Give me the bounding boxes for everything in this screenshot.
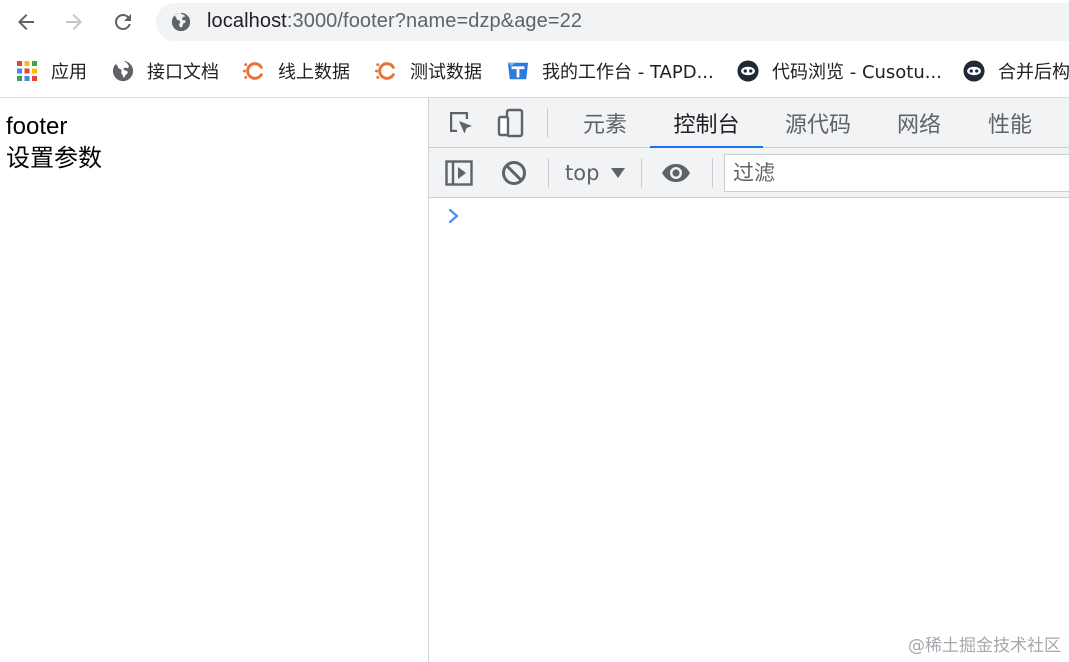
bookmark-api-docs[interactable]: 接口文档 — [112, 58, 219, 84]
tapd-icon — [507, 60, 529, 82]
device-toolbar-button[interactable] — [496, 108, 526, 138]
devtools-tab-bar: 元素 控制台 源代码 网络 性能 — [429, 98, 1069, 149]
bookmark-online-data[interactable]: 线上数据 — [243, 58, 350, 84]
device-mobile-icon — [497, 108, 524, 138]
bookmark-tapd[interactable]: 我的工作台 - TAPD... — [507, 58, 714, 84]
eye-icon — [662, 164, 690, 182]
console-output[interactable] — [429, 198, 1069, 662]
bookmark-label: 合并后构 — [998, 62, 1069, 83]
toolbar-divider — [548, 158, 549, 188]
arrow-right-icon — [66, 14, 82, 30]
reload-button[interactable] — [106, 5, 140, 39]
address-bar[interactable]: localhost:3000/footer?name=dzp&age=22 — [156, 3, 1069, 41]
toolbar-divider — [712, 158, 713, 188]
clear-console-button[interactable] — [499, 158, 529, 188]
bookmark-label: 我的工作台 - TAPD... — [542, 62, 714, 83]
c-logo-icon — [375, 60, 397, 82]
bookmark-label: 代码浏览 - Cusotu... — [772, 62, 942, 83]
live-expression-button[interactable] — [661, 158, 691, 188]
browser-toolbar: localhost:3000/footer?name=dzp&age=22 — [0, 0, 1069, 46]
bookmark-merge-build[interactable]: 合并后构 — [963, 58, 1069, 84]
context-selector[interactable]: top — [565, 160, 626, 186]
bookmark-apps[interactable]: 应用 — [16, 58, 87, 84]
context-selector-value: top — [565, 161, 600, 185]
bookmark-label: 线上数据 — [278, 62, 350, 83]
tab-sources[interactable]: 源代码 — [772, 98, 864, 148]
inspect-cursor-icon — [450, 112, 472, 134]
bookmark-test-data[interactable]: 测试数据 — [375, 58, 482, 84]
bookmark-label: 接口文档 — [147, 62, 219, 83]
url-host: localhost — [207, 10, 287, 32]
toolbar-divider — [641, 158, 642, 188]
console-toolbar: top — [429, 148, 1069, 198]
code-eye-icon — [737, 60, 759, 82]
inspect-element-button[interactable] — [446, 108, 476, 138]
forward-button[interactable] — [57, 5, 91, 39]
reload-icon — [114, 13, 131, 30]
page-viewport: footer 设置参数 — [0, 98, 428, 662]
toggle-sidebar-button[interactable] — [444, 158, 474, 188]
url-text[interactable]: localhost:3000/footer?name=dzp&age=22 — [207, 10, 582, 33]
page-text-footer: footer — [6, 113, 68, 140]
url-path: :3000/footer?name=dzp&age=22 — [286, 10, 583, 32]
code-eye-icon — [963, 60, 985, 82]
watermark: @稀土掘金技术社区 — [908, 636, 1061, 656]
clear-block-icon — [502, 161, 526, 185]
globe-icon — [112, 60, 134, 82]
globe-icon[interactable] — [170, 11, 192, 33]
arrow-left-icon — [18, 14, 34, 30]
bookmark-code-browse[interactable]: 代码浏览 - Cusotu... — [737, 58, 942, 84]
devtools-panel: 元素 控制台 源代码 网络 性能 top — [428, 98, 1069, 662]
caret-down-icon — [611, 168, 626, 178]
tab-elements[interactable]: 元素 — [564, 98, 646, 148]
sidebar-play-icon — [445, 160, 473, 186]
tab-performance[interactable]: 性能 — [974, 98, 1046, 148]
tab-console[interactable]: 控制台 — [650, 98, 763, 149]
chevron-right-icon — [448, 208, 459, 224]
apps-grid-icon — [16, 60, 38, 82]
bookmarks-bar: 应用 接口文档 线上数据 测试数据 我的工作台 - TAPD... 代码浏览 -… — [0, 46, 1069, 98]
bookmark-label: 应用 — [51, 62, 87, 83]
bookmark-label: 测试数据 — [410, 62, 482, 83]
page-text-params: 设置参数 — [6, 145, 102, 172]
toolbar-divider — [547, 108, 548, 138]
c-logo-icon — [243, 60, 265, 82]
back-button[interactable] — [9, 5, 43, 39]
tab-network[interactable]: 网络 — [883, 98, 955, 148]
console-filter-input[interactable] — [724, 154, 1069, 192]
